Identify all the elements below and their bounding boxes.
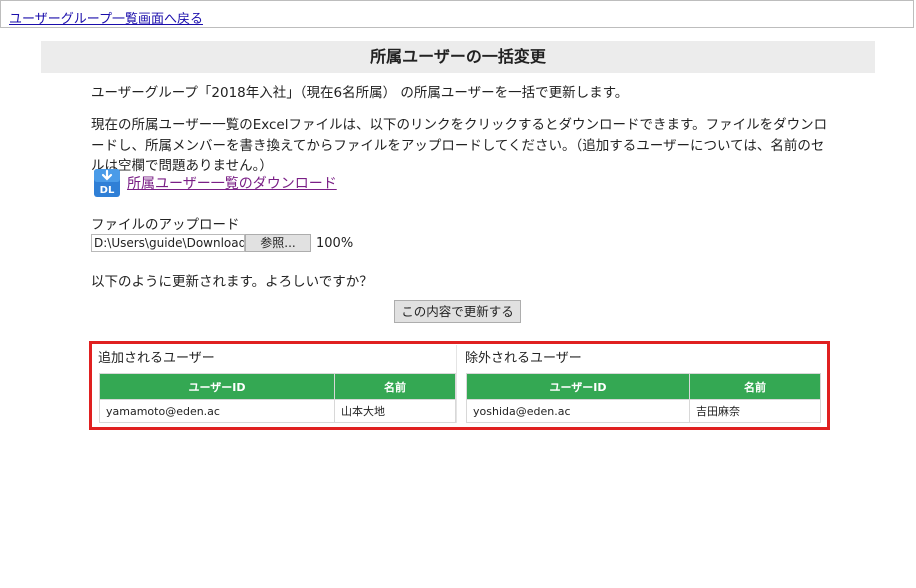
download-user-list-link[interactable]: 所属ユーザー一覧のダウンロード (127, 173, 337, 193)
upload-progress: 100% (316, 235, 354, 251)
added-users-title: 追加されるユーザー (98, 351, 215, 366)
top-nav-bar: ユーザーグループ一覧画面へ戻る (0, 0, 914, 28)
column-header-name: 名前 (689, 373, 821, 400)
column-header-user-id: ユーザーID (466, 373, 690, 400)
table-row: yamamoto@eden.ac 山本大地 (99, 399, 456, 423)
removed-users-panel: 除外されるユーザー ユーザーID 名前 yoshida@eden.ac 吉田麻奈 (463, 345, 823, 423)
removed-users-table: ユーザーID 名前 yoshida@eden.ac 吉田麻奈 (466, 373, 821, 423)
user-id-cell: yoshida@eden.ac (466, 399, 690, 423)
back-to-group-list-link[interactable]: ユーザーグループ一覧画面へ戻る (9, 8, 203, 27)
download-row: DL 所属ユーザー一覧のダウンロード (93, 168, 337, 198)
user-name-cell: 山本大地 (334, 399, 456, 423)
column-header-user-id: ユーザーID (99, 373, 335, 400)
user-name-cell: 吉田麻奈 (689, 399, 821, 423)
update-button[interactable]: この内容で更新する (394, 300, 521, 323)
added-users-table: ユーザーID 名前 yamamoto@eden.ac 山本大地 (99, 373, 456, 423)
upload-label: ファイルのアップロード (91, 217, 240, 233)
download-icon[interactable]: DL (93, 168, 121, 198)
table-row: yoshida@eden.ac 吉田麻奈 (466, 399, 821, 423)
removed-users-title: 除外されるユーザー (465, 351, 582, 366)
user-id-cell: yamamoto@eden.ac (99, 399, 335, 423)
file-path-field[interactable]: D:\Users\guide\Download (91, 234, 245, 252)
added-users-panel: 追加されるユーザー ユーザーID 名前 yamamoto@eden.ac 山本大… (96, 345, 457, 423)
upload-row: D:\Users\guide\Download 参照... 100% (91, 233, 353, 253)
page-title: 所属ユーザーの一括変更 (41, 41, 875, 73)
column-header-name: 名前 (334, 373, 456, 400)
browse-button[interactable]: 参照... (245, 234, 311, 252)
intro-text: ユーザーグループ「2018年入社」（現在6名所属） の所属ユーザーを一括で更新し… (91, 85, 629, 101)
download-icon-text: DL (100, 185, 115, 196)
confirm-message: 以下のように更新されます。よろしいですか？ (91, 274, 373, 290)
